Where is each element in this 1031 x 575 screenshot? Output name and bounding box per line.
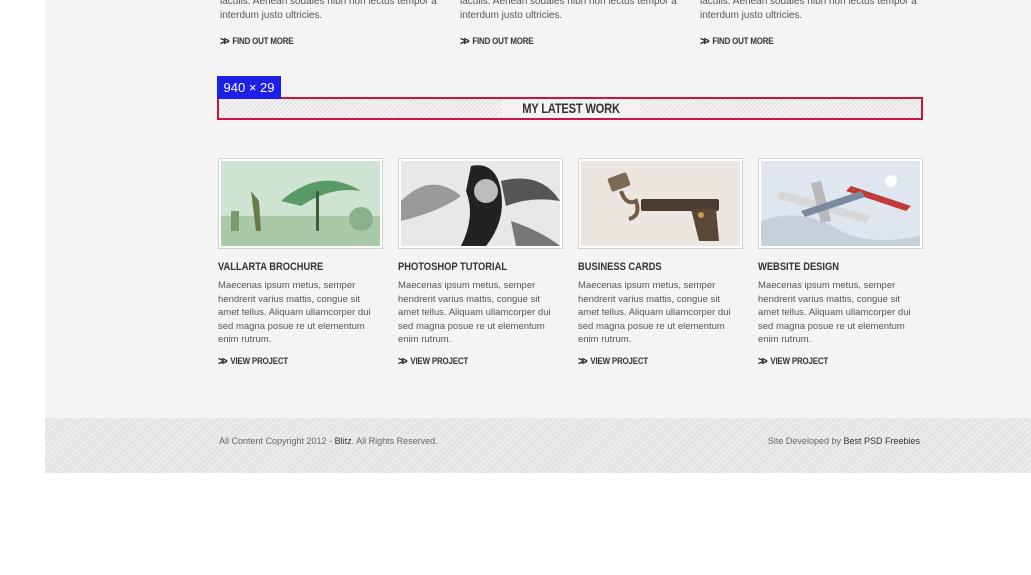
project-description: Maecenas ipsum metus, semper hendrerit v…	[758, 280, 911, 345]
brand-link[interactable]: Blitz	[335, 436, 352, 446]
link-label: VIEW PROJECT	[770, 355, 829, 366]
find-out-more-link[interactable]: >> FIND OUT MORE	[700, 34, 894, 48]
vintage-pistol-image	[581, 161, 740, 246]
service-column: iaculis. Aenean sodales nibh non lectus …	[700, 0, 920, 48]
double-chevron-right-icon: >>	[758, 353, 768, 368]
project-thumbnail[interactable]	[578, 158, 743, 249]
project-thumbnail[interactable]	[398, 158, 563, 249]
dimension-badge: 940 × 29	[217, 76, 281, 99]
link-label: VIEW PROJECT	[590, 355, 649, 366]
service-column: iaculis. Aenean sodales nibh non lectus …	[220, 0, 440, 48]
project-description: Maecenas ipsum metus, semper hendrerit v…	[398, 280, 551, 345]
service-column: iaculis. Aenean sodales nibh non lectus …	[460, 0, 680, 48]
view-project-link[interactable]: >> VIEW PROJECT	[218, 354, 363, 368]
find-out-more-link[interactable]: >> FIND OUT MORE	[460, 34, 654, 48]
view-project-link[interactable]: >> VIEW PROJECT	[578, 354, 723, 368]
link-label: VIEW PROJECT	[410, 355, 469, 366]
surreal-landscape-image	[221, 161, 380, 246]
link-label: FIND OUT MORE	[232, 36, 294, 46]
smoke-portrait-image	[401, 161, 560, 246]
project-description: Maecenas ipsum metus, semper hendrerit v…	[578, 280, 731, 345]
double-chevron-right-icon: >>	[578, 353, 588, 368]
project-description: Maecenas ipsum metus, semper hendrerit v…	[218, 280, 371, 345]
project-card: BUSINESS CARDS Maecenas ipsum metus, sem…	[578, 158, 743, 368]
project-card: PHOTOSHOP TUTORIAL Maecenas ipsum metus,…	[398, 158, 563, 368]
link-label: FIND OUT MORE	[712, 36, 774, 46]
double-chevron-right-icon: >>	[700, 34, 710, 48]
view-project-link[interactable]: >> VIEW PROJECT	[398, 354, 543, 368]
project-thumbnail[interactable]	[758, 158, 923, 249]
project-card: WEBSITE DESIGN Maecenas ipsum metus, sem…	[758, 158, 923, 368]
service-text: iaculis. Aenean sodales nibh non lectus …	[220, 0, 437, 21]
find-out-more-link[interactable]: >> FIND OUT MORE	[220, 34, 414, 48]
link-label: VIEW PROJECT	[230, 355, 289, 366]
developer-link[interactable]: Best PSD Freebies	[843, 436, 920, 446]
section-title: MY LATEST WORK	[502, 99, 640, 118]
view-project-link[interactable]: >> VIEW PROJECT	[758, 354, 903, 368]
project-card: VALLARTA BROCHURE Maecenas ipsum metus, …	[218, 158, 383, 368]
project-title: BUSINESS CARDS	[578, 261, 662, 273]
double-chevron-right-icon: >>	[398, 353, 408, 368]
service-text: iaculis. Aenean sodales nibh non lectus …	[460, 0, 677, 21]
double-chevron-right-icon: >>	[218, 353, 228, 368]
project-title: VALLARTA BROCHURE	[218, 261, 324, 273]
section-header-bar: MY LATEST WORK	[217, 97, 923, 120]
project-thumbnail[interactable]	[218, 158, 383, 249]
project-title: PHOTOSHOP TUTORIAL	[398, 261, 508, 273]
copyright-text: All Content Copyright 2012 - Blitz. All …	[219, 436, 438, 446]
double-chevron-right-icon: >>	[220, 34, 230, 48]
developer-credit: Site Developed by Best PSD Freebies	[767, 436, 920, 446]
service-text: iaculis. Aenean sodales nibh non lectus …	[700, 0, 917, 21]
double-chevron-right-icon: >>	[460, 34, 470, 48]
project-title: WEBSITE DESIGN	[758, 261, 840, 273]
airplane-collage-image	[761, 161, 920, 246]
link-label: FIND OUT MORE	[472, 36, 534, 46]
